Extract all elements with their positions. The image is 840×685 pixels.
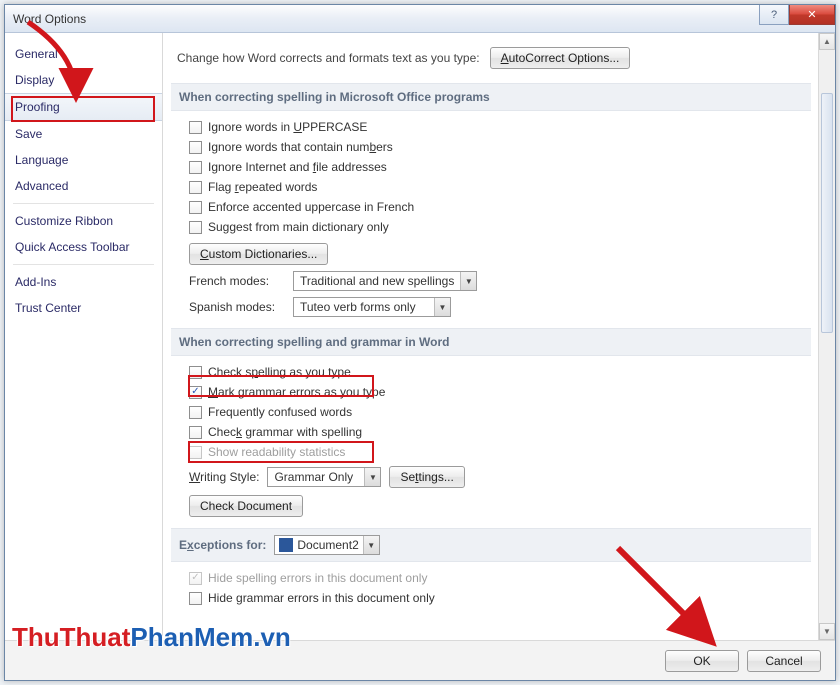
option-ignore-internet[interactable]: Ignore Internet and file addresses: [171, 157, 811, 177]
writing-style-row: Writing Style: Grammar Only ▼ Settings..…: [171, 462, 811, 491]
french-modes-row: French modes: Traditional and new spelli…: [171, 268, 811, 294]
option-confused-words[interactable]: Frequently confused words: [171, 402, 811, 422]
checkbox[interactable]: [189, 406, 202, 419]
option-readability: Show readability statistics: [171, 442, 811, 462]
checkbox[interactable]: ✓: [189, 386, 202, 399]
checkbox: [189, 446, 202, 459]
checkbox: ✓: [189, 572, 202, 585]
word-doc-icon: [279, 538, 293, 552]
window-controls: ? ✕: [759, 5, 835, 25]
window-title: Word Options: [13, 12, 86, 26]
settings-button[interactable]: Settings...: [389, 466, 464, 488]
option-mark-grammar[interactable]: ✓ Mark grammar errors as you type: [171, 382, 811, 402]
option-hide-spelling-errors: ✓ Hide spelling errors in this document …: [171, 568, 811, 588]
scroll-up-arrow[interactable]: ▲: [819, 33, 835, 50]
sidebar-item-addins[interactable]: Add-Ins: [5, 269, 162, 295]
checkbox[interactable]: [189, 426, 202, 439]
vertical-scrollbar[interactable]: ▲ ▼: [818, 33, 835, 640]
autocorrect-options-button[interactable]: AutoCorrect Options...: [490, 47, 631, 69]
option-ignore-numbers[interactable]: Ignore words that contain numbers: [171, 137, 811, 157]
scroll-thumb[interactable]: [821, 93, 833, 333]
group-exceptions: Exceptions for: Document2 ▼: [171, 528, 811, 562]
checkbox[interactable]: [189, 366, 202, 379]
content-area: Change how Word corrects and formats tex…: [163, 33, 835, 640]
checkbox[interactable]: [189, 161, 202, 174]
sidebar-item-language[interactable]: Language: [5, 147, 162, 173]
help-button[interactable]: ?: [759, 5, 789, 25]
content-scroll[interactable]: Change how Word corrects and formats tex…: [171, 33, 811, 640]
writing-style-select[interactable]: Grammar Only ▼: [267, 467, 381, 487]
checkbox[interactable]: [189, 141, 202, 154]
chevron-down-icon: ▼: [460, 272, 476, 290]
option-hide-grammar-errors[interactable]: Hide grammar errors in this document onl…: [171, 588, 811, 608]
french-modes-label: French modes:: [189, 274, 285, 288]
chevron-down-icon: ▼: [364, 468, 380, 486]
sidebar-item-proofing[interactable]: Proofing: [5, 93, 162, 121]
checkbox[interactable]: [189, 121, 202, 134]
sidebar-item-general[interactable]: General: [5, 41, 162, 67]
spanish-modes-row: Spanish modes: Tuteo verb forms only ▼: [171, 294, 811, 320]
option-flag-repeated[interactable]: Flag repeated words: [171, 177, 811, 197]
sidebar-item-advanced[interactable]: Advanced: [5, 173, 162, 199]
sidebar-item-customize-ribbon[interactable]: Customize Ribbon: [5, 208, 162, 234]
dialog-body: General Display Proofing Save Language A…: [5, 33, 835, 640]
close-button[interactable]: ✕: [789, 5, 835, 25]
chevron-down-icon: ▼: [434, 298, 450, 316]
sidebar: General Display Proofing Save Language A…: [5, 33, 163, 640]
spanish-modes-select[interactable]: Tuteo verb forms only ▼: [293, 297, 451, 317]
autocorrect-label: Change how Word corrects and formats tex…: [177, 51, 480, 65]
custom-dictionaries-button[interactable]: Custom Dictionaries...: [189, 243, 328, 265]
sidebar-item-display[interactable]: Display: [5, 67, 162, 93]
sidebar-item-quick-access[interactable]: Quick Access Toolbar: [5, 234, 162, 260]
ok-button[interactable]: OK: [665, 650, 739, 672]
check-document-button[interactable]: Check Document: [189, 495, 303, 517]
sidebar-separator: [13, 203, 154, 204]
french-modes-select[interactable]: Traditional and new spellings ▼: [293, 271, 477, 291]
group-word-spelling: When correcting spelling and grammar in …: [171, 328, 811, 356]
watermark: ThuThuatPhanMem.vn: [12, 622, 291, 653]
option-ignore-uppercase[interactable]: Ignore words in UPPERCASE: [171, 117, 811, 137]
checkbox[interactable]: [189, 201, 202, 214]
writing-style-label: Writing Style:: [189, 470, 259, 484]
sidebar-item-save[interactable]: Save: [5, 121, 162, 147]
option-french-accent[interactable]: Enforce accented uppercase in French: [171, 197, 811, 217]
checkbox[interactable]: [189, 221, 202, 234]
scroll-down-arrow[interactable]: ▼: [819, 623, 835, 640]
checkbox[interactable]: [189, 181, 202, 194]
titlebar: Word Options ? ✕: [5, 5, 835, 33]
exceptions-doc-select[interactable]: Document2 ▼: [274, 535, 379, 555]
option-main-dictionary[interactable]: Suggest from main dictionary only: [171, 217, 811, 237]
sidebar-item-trust-center[interactable]: Trust Center: [5, 295, 162, 321]
spanish-modes-label: Spanish modes:: [189, 300, 285, 314]
cancel-button[interactable]: Cancel: [747, 650, 821, 672]
chevron-down-icon: ▼: [363, 536, 379, 554]
checkbox[interactable]: [189, 592, 202, 605]
autocorrect-row: Change how Word corrects and formats tex…: [171, 41, 811, 83]
option-check-spelling[interactable]: Check spelling as you type: [171, 362, 811, 382]
word-options-dialog: Word Options ? ✕ General Display Proofin…: [4, 4, 836, 681]
option-grammar-with-spelling[interactable]: Check grammar with spelling: [171, 422, 811, 442]
sidebar-separator: [13, 264, 154, 265]
group-office-spelling: When correcting spelling in Microsoft Of…: [171, 83, 811, 111]
